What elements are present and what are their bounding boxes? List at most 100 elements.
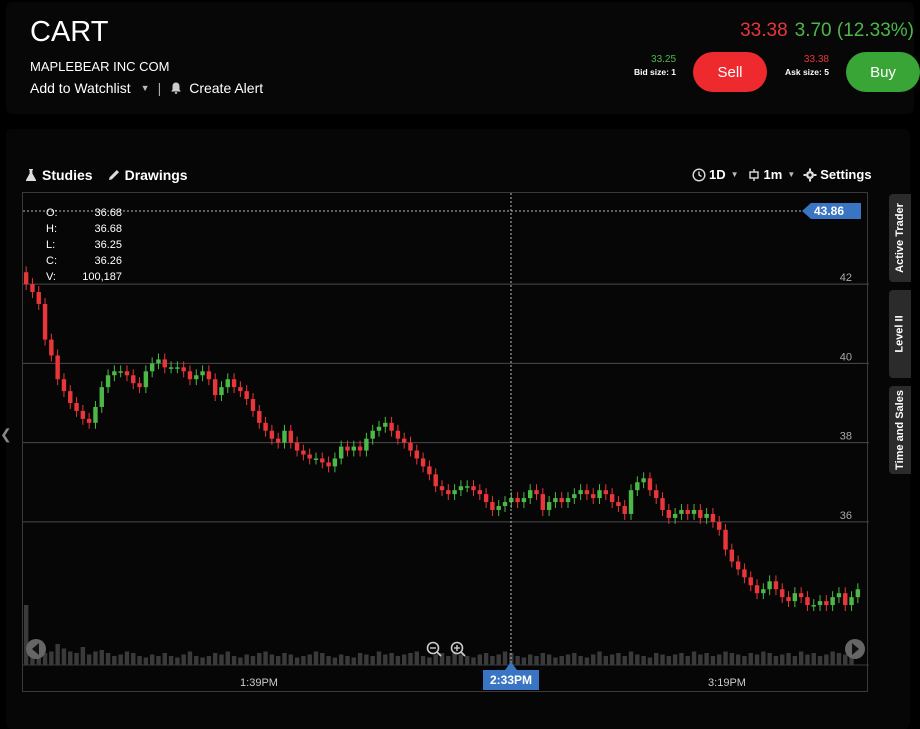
volume-bar [345,656,350,665]
volume-bar [149,654,155,665]
add-to-watchlist-button[interactable]: Add to Watchlist [30,80,131,96]
volume-bar [86,654,92,665]
zoom-out-icon[interactable] [426,641,442,657]
studies-button[interactable]: Studies [24,167,93,183]
chevron-left-icon[interactable]: ❮ [0,426,12,443]
volume-bar [622,656,627,665]
candle-body [105,375,111,388]
drawings-label: Drawings [124,167,188,183]
volume-bar [250,656,256,665]
sell-button[interactable]: Sell [693,52,767,92]
volume-label: V: [46,271,56,283]
volume-bar [528,654,533,665]
candle-body [628,490,634,514]
create-alert-button[interactable]: Create Alert [189,80,263,96]
settings-button[interactable]: Settings [803,167,872,182]
volume-bar [420,656,426,665]
volume-bar [591,654,596,665]
candle-body [427,466,432,475]
ask-size: Ask size: 5 [785,67,829,77]
watchlist-row: Add to Watchlist ▼ | Create Alert [30,80,263,96]
volume-bar [244,654,249,665]
candle-body [572,494,577,499]
settings-label: Settings [820,167,872,182]
bar-period-selector[interactable]: 1m ▼ [747,167,795,182]
candle-body [836,593,842,598]
candle-body [131,375,136,384]
volume-bar [811,653,816,665]
candle-body [326,462,331,467]
volume-bar [307,654,312,665]
volume-bar [301,656,306,665]
tab-level-ii[interactable]: Level II [889,290,911,378]
candle-body [383,422,388,427]
volume-bar [364,654,369,665]
candle-body [389,422,394,431]
volume-bar [212,653,218,665]
chevron-down-icon[interactable]: ▼ [141,83,150,93]
candle-body [698,509,703,518]
candle-body [767,581,772,590]
candle-body [490,502,495,510]
ticker-symbol: CART [30,16,109,48]
buy-button[interactable]: Buy [846,52,920,92]
price-chart[interactable]: 42 40 38 36 43.86 1:39PM 3:19PM 2:33PM [22,192,869,693]
tab-time-and-sales[interactable]: Time and Sales [889,386,911,474]
volume-bar [49,651,54,665]
chart-toolbar-left: Studies Drawings [24,167,188,183]
interval-selector[interactable]: 1D ▼ [692,167,739,182]
volume-bar [767,653,772,665]
candle-body [250,399,256,411]
ohlc-readout: O: 36.68 H: 36.68 L: 36.25 C: 36.26 V: 100,18… [46,205,122,285]
candle-body [458,486,464,491]
volume-bar [780,654,785,665]
tab-active-trader[interactable]: Active Trader [889,194,911,282]
candle-body [338,446,344,459]
volume-bar [672,654,678,665]
bar-period-label: 1m [763,167,783,182]
volume-bar [370,656,375,665]
volume-bar [565,654,571,665]
candle-body [288,430,293,443]
volume-bar [698,654,703,665]
volume-bar [540,653,546,665]
volume-bar [660,654,665,665]
candle-body [238,387,243,392]
bell-icon[interactable] [169,81,183,95]
volume-bar [572,653,577,665]
volume-bar [162,653,167,665]
candle-body [219,387,224,396]
low-label: L: [46,239,56,251]
volume-bar [723,651,728,665]
candle-body [849,597,854,606]
volume-bar [175,657,180,665]
drawings-button[interactable]: Drawings [107,167,188,183]
candle-body [666,509,672,518]
volume-bar [23,605,29,665]
candle-body [86,418,92,423]
volume-bar [609,654,615,665]
candle-body [792,593,798,602]
candle-body [294,442,300,451]
volume-bar [55,644,60,665]
y-tick-label: 36 [840,510,852,522]
volume-bar [843,654,848,665]
candle-body [754,585,760,594]
candle-body [855,589,861,598]
candle-body [786,597,791,602]
volume-bar [477,654,483,665]
price-change: 3.70 (12.33%) [794,20,914,41]
candle-body [439,486,445,491]
candle-body [591,494,596,499]
candle-body [301,450,306,455]
volume-bar [238,657,243,665]
candle-body [212,379,218,396]
volume-bar [401,654,407,665]
candle-body [496,506,501,510]
volume-bar [685,656,690,665]
y-tick-label: 40 [840,351,852,363]
volume-bar [269,654,275,665]
chart-canvas[interactable]: 42 40 38 36 43.86 1:39PM 3:19PM 2:33PM [23,193,869,693]
candle-body [401,438,407,443]
candle-body [565,498,571,503]
